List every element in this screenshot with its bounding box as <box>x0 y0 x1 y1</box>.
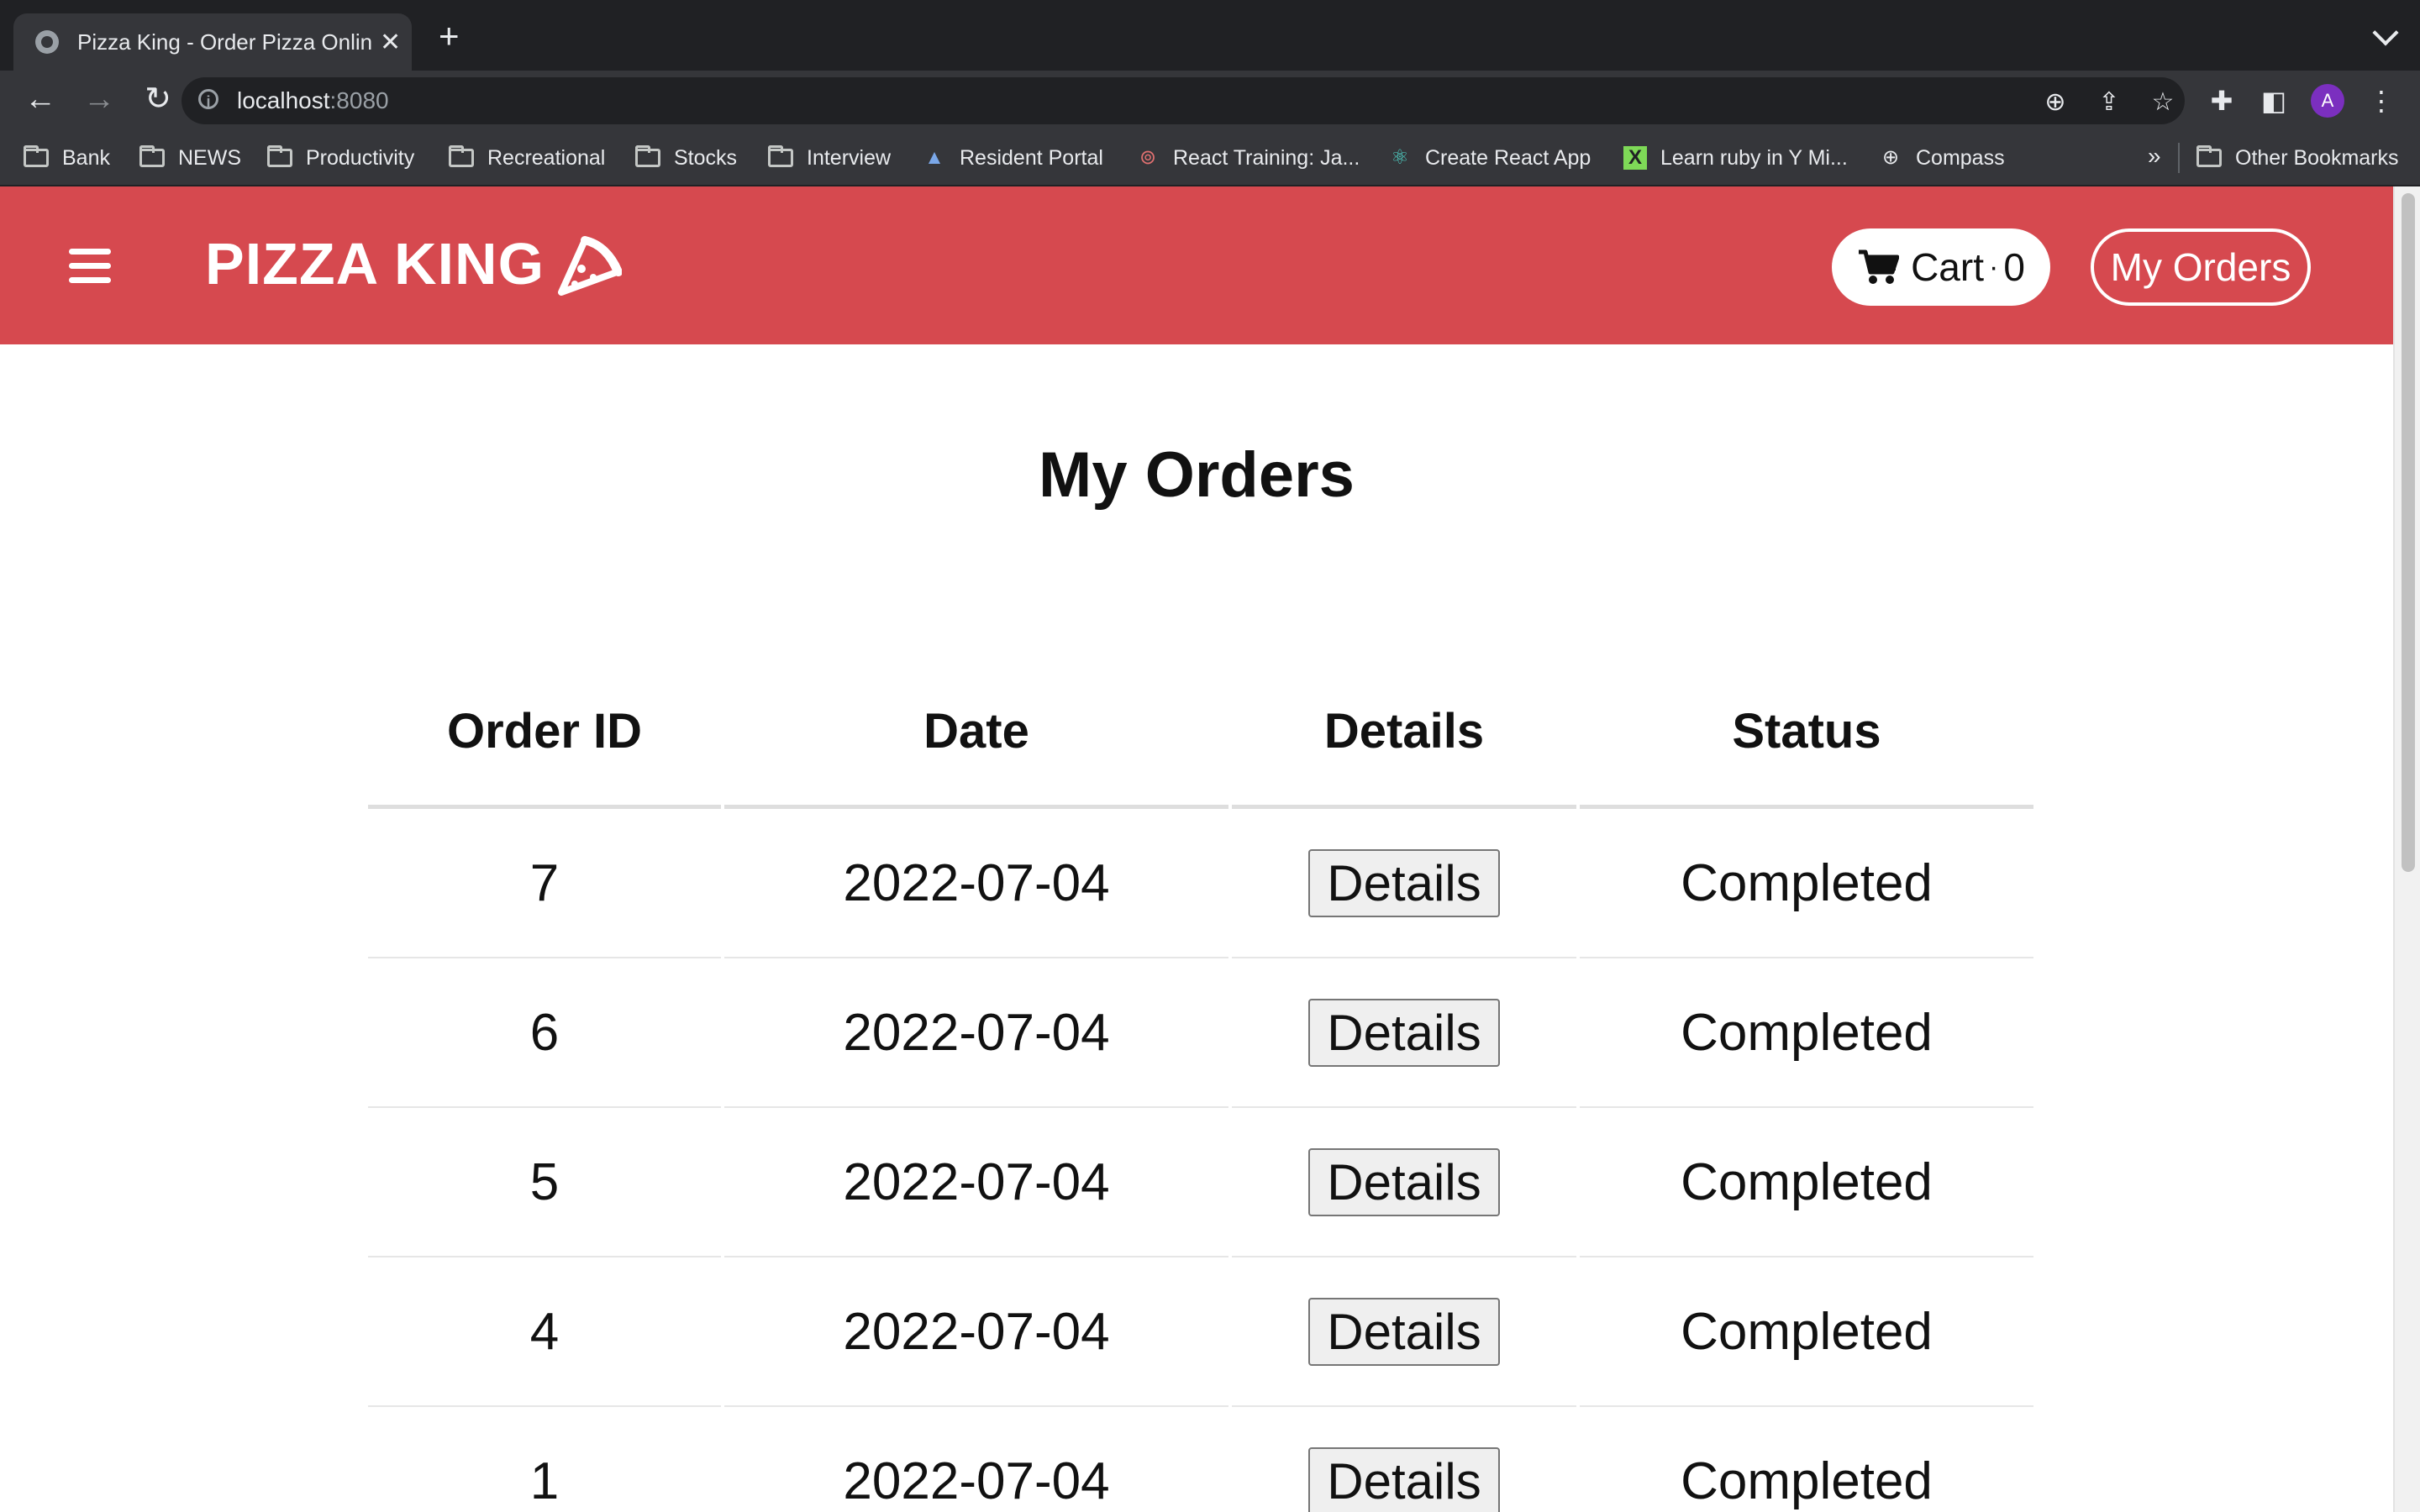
forward-icon[interactable]: → <box>79 79 119 119</box>
bookmark-compass[interactable]: ⊕ Compass <box>1879 144 2005 171</box>
app-header: PIZZA KING Cart · 0 My Orders <box>0 186 2393 344</box>
more-bookmarks-icon[interactable]: » <box>2148 143 2161 170</box>
close-tab-icon[interactable]: ✕ <box>380 28 401 57</box>
scrollbar-thumb[interactable] <box>2402 193 2415 872</box>
address-bar[interactable]: i localhost:8080 ⊕ ⇪ ☆ <box>182 77 2185 124</box>
bookmarks-bar: Bank NEWS Productivity Recreational Stoc… <box>0 129 2420 186</box>
order-details-cell: Details <box>1232 1108 1576 1257</box>
cart-label: Cart <box>1911 245 1984 289</box>
site-info-icon[interactable]: i <box>198 89 218 110</box>
bookmarks-divider <box>2178 143 2180 173</box>
column-header-details: Details <box>1232 657 1576 809</box>
more-menu-icon[interactable]: ⋮ <box>2363 82 2400 119</box>
table-row: 5 2022-07-04 Details Completed <box>368 1108 2033 1257</box>
order-status-cell: Completed <box>1580 958 2033 1108</box>
order-details-cell: Details <box>1232 1407 1576 1512</box>
details-button[interactable]: Details <box>1308 998 1500 1067</box>
browser-chrome: Pizza King - Order Pizza Online ✕ + ← → … <box>0 0 2420 186</box>
cart-button[interactable]: Cart · 0 <box>1832 228 2050 306</box>
bookmark-react-training[interactable]: ⊚ React Training: Ja... <box>1136 144 1360 171</box>
order-id-cell: 4 <box>368 1257 721 1407</box>
bookmark-interview[interactable]: Interview <box>768 144 891 171</box>
order-id-cell: 1 <box>368 1407 721 1512</box>
details-button[interactable]: Details <box>1308 1147 1500 1216</box>
details-button[interactable]: Details <box>1308 1297 1500 1366</box>
order-status-cell: Completed <box>1580 1108 2033 1257</box>
folder-icon <box>139 145 165 167</box>
column-header-order-id: Order ID <box>368 657 721 809</box>
drive-icon: ▲ <box>924 146 944 169</box>
browser-tab[interactable]: Pizza King - Order Pizza Online ✕ <box>13 13 412 71</box>
bookmark-productivity[interactable]: Productivity <box>267 144 414 171</box>
brand-logo[interactable]: PIZZA KING <box>205 230 544 297</box>
cart-icon <box>1859 249 1900 284</box>
page-scrollbar[interactable] <box>2393 186 2420 1512</box>
new-tab-icon[interactable]: + <box>439 18 460 54</box>
folder-icon <box>267 145 292 167</box>
details-button[interactable]: Details <box>1308 1446 1500 1512</box>
react-icon: ⚛ <box>1391 146 1409 169</box>
order-id-cell: 7 <box>368 809 721 958</box>
bookmark-bank[interactable]: Bank <box>24 144 110 171</box>
folder-icon <box>2196 145 2222 167</box>
folder-icon <box>449 145 474 167</box>
pizza-slice-icon <box>558 236 622 296</box>
order-date-cell: 2022-07-04 <box>724 809 1228 958</box>
details-button[interactable]: Details <box>1308 848 1500 917</box>
extensions-icon[interactable]: ✚ <box>2203 82 2240 119</box>
url-text: localhost:8080 <box>237 87 389 113</box>
order-details-cell: Details <box>1232 958 1576 1108</box>
table-row: 6 2022-07-04 Details Completed <box>368 958 2033 1108</box>
learnx-icon: X <box>1623 146 1647 170</box>
order-details-cell: Details <box>1232 809 1576 958</box>
bookmark-stocks[interactable]: Stocks <box>635 144 737 171</box>
bookmark-learn-ruby[interactable]: X Learn ruby in Y Mi... <box>1623 144 1848 171</box>
cart-separator: · <box>1988 250 1999 283</box>
bookmark-resident-portal[interactable]: ▲ Resident Portal <box>923 144 1103 171</box>
column-header-status: Status <box>1580 657 2033 809</box>
globe-icon <box>35 30 59 54</box>
share-icon[interactable]: ⇪ <box>2092 86 2126 119</box>
bookmark-star-icon[interactable]: ☆ <box>2146 86 2180 119</box>
order-date-cell: 2022-07-04 <box>724 1257 1228 1407</box>
table-row: 4 2022-07-04 Details Completed <box>368 1257 2033 1407</box>
back-icon[interactable]: ← <box>20 79 60 119</box>
browser-toolbar: ← → ↻ i localhost:8080 ⊕ ⇪ ☆ ✚ ◧ A ⋮ <box>0 71 2420 129</box>
order-status-cell: Completed <box>1580 809 2033 958</box>
compass-icon: ⊕ <box>1881 146 1900 169</box>
zoom-icon[interactable]: ⊕ <box>2039 86 2072 119</box>
hamburger-menu-icon[interactable] <box>69 249 111 283</box>
my-orders-button[interactable]: My Orders <box>2091 228 2311 306</box>
bookmark-recreational[interactable]: Recreational <box>449 144 605 171</box>
order-id-cell: 5 <box>368 1108 721 1257</box>
reload-icon[interactable]: ↻ <box>138 79 178 119</box>
react-training-icon: ⊚ <box>1139 146 1157 169</box>
bookmark-other[interactable]: Other Bookmarks <box>2196 144 2399 171</box>
folder-icon <box>635 145 660 167</box>
bookmark-create-react-app[interactable]: ⚛ Create React App <box>1388 144 1591 171</box>
tab-strip: Pizza King - Order Pizza Online ✕ + <box>0 0 2420 71</box>
folder-icon <box>768 145 793 167</box>
page-title: My Orders <box>1039 439 1355 511</box>
chevron-down-icon[interactable] <box>2372 19 2399 46</box>
order-status-cell: Completed <box>1580 1407 2033 1512</box>
bookmark-news[interactable]: NEWS <box>139 144 241 171</box>
table-row: 7 2022-07-04 Details Completed <box>368 809 2033 958</box>
cart-count: 0 <box>2003 245 2025 289</box>
page-viewport: PIZZA KING Cart · 0 My Orders My Orders … <box>0 186 2393 1512</box>
table-header-row: Order ID Date Details Status <box>368 657 2033 809</box>
order-status-cell: Completed <box>1580 1257 2033 1407</box>
avatar[interactable]: A <box>2311 84 2344 118</box>
order-date-cell: 2022-07-04 <box>724 958 1228 1108</box>
order-date-cell: 2022-07-04 <box>724 1407 1228 1512</box>
side-panel-icon[interactable]: ◧ <box>2255 82 2292 119</box>
column-header-date: Date <box>724 657 1228 809</box>
orders-table: Order ID Date Details Status 7 2022-07-0… <box>365 657 2037 1512</box>
order-details-cell: Details <box>1232 1257 1576 1407</box>
order-date-cell: 2022-07-04 <box>724 1108 1228 1257</box>
folder-icon <box>24 145 49 167</box>
tab-title: Pizza King - Order Pizza Online <box>77 29 373 55</box>
table-row: 1 2022-07-04 Details Completed <box>368 1407 2033 1512</box>
order-id-cell: 6 <box>368 958 721 1108</box>
